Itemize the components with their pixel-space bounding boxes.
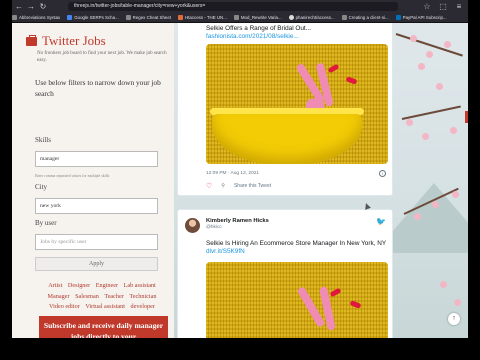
tag-link[interactable]: Video editor — [49, 303, 80, 310]
url-toolbar: ← → ↻ threejs.in/twitter-jobs/table-mana… — [12, 0, 468, 13]
filter-sidebar: Twitter Jobs No frontiers job board to f… — [12, 23, 174, 338]
tweet-actions: ♡ ⚲ Share this Tweet — [206, 182, 271, 190]
blossom-shape — [410, 35, 417, 42]
blossom-shape — [414, 213, 421, 220]
paypal-icon — [395, 15, 401, 20]
tweet-timestamp[interactable]: 12:09 PM · Aug 12, 2021 — [206, 171, 259, 176]
blossom-shape — [418, 63, 425, 70]
tweet-body: Selkie Is Hiring An Ecommerce Store Mana… — [206, 240, 386, 247]
tag-link[interactable]: Manager — [48, 293, 70, 300]
bookmark-favicon-icon — [178, 15, 183, 20]
address-bar[interactable]: threejs.in/twitter-jobs/table-manager/ci… — [68, 2, 398, 11]
extensions-icon[interactable]: ⬚ — [438, 2, 448, 12]
scrollbar-thumb[interactable] — [465, 111, 468, 123]
blossom-shape — [452, 191, 459, 198]
blossom-shape — [444, 41, 451, 48]
bookmark-star-icon[interactable]: ☆ — [422, 2, 432, 12]
page: Twitter Jobs No frontiers job board to f… — [12, 23, 468, 338]
site-logo[interactable]: Twitter Jobs — [26, 33, 106, 49]
bookmark-label: Google SERPs Scha... — [74, 15, 119, 20]
filter-heading: Use below filters to narrow down your jo… — [35, 78, 161, 98]
tag-link[interactable]: Artist — [48, 282, 62, 289]
tweet-photo[interactable] — [206, 262, 388, 338]
skills-label: Skills — [35, 136, 51, 144]
branch-shape — [401, 105, 461, 120]
tweet-photo[interactable] — [206, 44, 388, 164]
bookmark-4[interactable]: Mod_Rewrite Varia... — [233, 15, 282, 20]
blossom-shape — [426, 51, 433, 58]
blossom-shape — [450, 127, 457, 134]
skill-tags: Artist Designer Engineer Lab assistant M… — [42, 281, 162, 313]
bookmarks-bar: Abbreviations Syntax Google SERPs Scha..… — [12, 13, 468, 23]
skills-hint: Enter comma separated values for multipl… — [35, 174, 110, 178]
blossom-shape — [454, 299, 461, 306]
bookmark-label: Mod_Rewrite Varia... — [240, 15, 282, 20]
back-icon[interactable]: ← — [14, 2, 24, 12]
tag-link[interactable]: Technician — [129, 293, 156, 300]
tweet-feed: Selkie Offers a Range of Bridal Out... f… — [174, 23, 468, 338]
reload-icon[interactable]: ↻ — [38, 2, 48, 12]
bookmark-favicon-icon — [67, 15, 73, 20]
tagline: No frontiers job board to find your next… — [37, 51, 167, 63]
blossom-shape — [406, 119, 413, 126]
tag-link[interactable]: Designer — [68, 282, 90, 289]
tag-link[interactable]: Engineer — [96, 282, 118, 289]
briefcase-icon — [26, 34, 37, 46]
subscribe-banner[interactable]: Subscribe and receive daily manager jobs… — [39, 316, 168, 338]
bookmark-favicon-icon — [233, 15, 239, 20]
tweet-author[interactable]: Kimberly Ramen Hicks — [206, 218, 269, 224]
bookmark-label: Regex Cheat Sheet — [132, 15, 171, 20]
bookmark-3[interactable]: Htaccess - THE UN... — [178, 15, 227, 20]
bookmark-7[interactable]: PayPal API Subscrip... — [395, 15, 447, 20]
bookmark-label: phanirecht/access... — [295, 15, 335, 20]
user-input[interactable]: Jobs by specific user — [35, 234, 158, 250]
tag-link[interactable]: developer — [131, 303, 155, 310]
scroll-to-top-button[interactable]: ↑ — [448, 313, 460, 325]
blossom-shape — [432, 201, 439, 208]
heart-icon[interactable]: ♡ — [206, 182, 212, 190]
tweet-link[interactable]: dlvr.it/S5K9fN — [206, 248, 245, 255]
blossom-shape — [422, 133, 429, 140]
bookmark-label: PayPal API Subscrip... — [402, 15, 447, 20]
blossom-shape — [436, 83, 443, 90]
twitter-bird-icon[interactable]: 🐦 — [376, 217, 386, 226]
forward-icon[interactable]: → — [26, 2, 36, 12]
tag-link[interactable]: Lab assistant — [124, 282, 156, 289]
info-icon[interactable]: i — [379, 170, 386, 177]
tweet-card[interactable]: Kimberly Ramen Hicks @hkicc 🐦 Selkie Is … — [177, 209, 393, 338]
github-icon — [288, 15, 294, 20]
tag-link[interactable]: Virtual assistant — [85, 303, 125, 310]
bookmark-5[interactable]: phanirecht/access... — [288, 15, 335, 20]
user-label: By user — [35, 219, 57, 227]
logo-text: Twitter Jobs — [42, 33, 106, 48]
browser-window: ← → ↻ threejs.in/twitter-jobs/table-mana… — [12, 0, 468, 338]
skills-input[interactable]: manager — [35, 151, 158, 167]
menu-icon[interactable]: ≡ — [454, 2, 464, 12]
bookmark-1[interactable]: Google SERPs Scha... — [67, 15, 119, 20]
tag-link[interactable]: Salesman — [75, 293, 99, 300]
tweet-link[interactable]: fashionista.com/2021/08/selkie... — [206, 33, 299, 41]
screen: ← → ↻ threejs.in/twitter-jobs/table-mana… — [0, 0, 480, 360]
tweet-text: Selkie Is Hiring An Ecommerce Store Mana… — [206, 240, 390, 256]
tweet-handle[interactable]: @hkicc — [206, 225, 222, 230]
apply-button[interactable]: Apply — [35, 257, 158, 271]
bookmark-2[interactable]: Regex Cheat Sheet — [125, 15, 171, 20]
city-input[interactable]: new york — [35, 198, 158, 214]
bookmark-label: Htaccess - THE UN... — [185, 15, 227, 20]
tweet-card[interactable]: Selkie Offers a Range of Bridal Out... f… — [177, 23, 393, 196]
tag-link[interactable]: Teacher — [104, 293, 124, 300]
bookmark-label: Creating a client-si... — [348, 15, 389, 20]
tweet-text: Selkie Offers a Range of Bridal Out... — [206, 25, 312, 32]
share-link[interactable]: Share this Tweet — [234, 183, 271, 189]
bookmark-favicon-icon — [125, 15, 131, 20]
bookmark-0[interactable]: Abbreviations Syntax — [12, 15, 60, 20]
blossom-shape — [440, 281, 447, 288]
link-icon[interactable]: ⚲ — [221, 183, 225, 189]
bookmark-favicon-icon — [341, 15, 347, 20]
bookmark-favicon-icon — [12, 15, 17, 20]
bookmark-label: Abbreviations Syntax — [19, 15, 61, 20]
bookmark-6[interactable]: Creating a client-si... — [341, 15, 389, 20]
city-label: City — [35, 183, 48, 191]
avatar[interactable] — [185, 218, 200, 233]
